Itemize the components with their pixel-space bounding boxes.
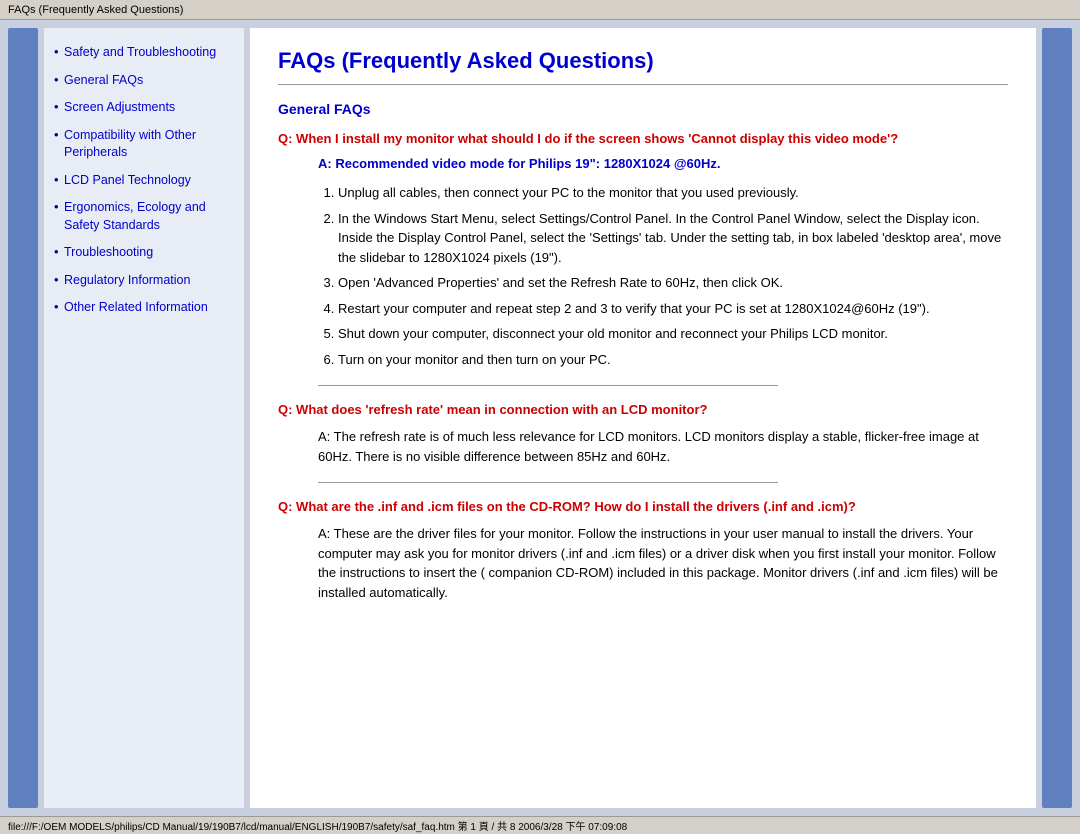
question-2: Q: What does 'refresh rate' mean in conn…: [278, 402, 1008, 417]
sidebar-item: Compatibility with Other Peripherals: [54, 127, 234, 162]
answer-1-steps: Unplug all cables, then connect your PC …: [338, 183, 1008, 369]
left-decorative-strip: [8, 28, 38, 808]
divider-2: [318, 482, 778, 483]
sidebar-item: Safety and Troubleshooting: [54, 44, 234, 62]
answer-step: Turn on your monitor and then turn on yo…: [338, 350, 1008, 370]
sidebar-link[interactable]: Screen Adjustments: [64, 100, 175, 114]
sidebar-item: Screen Adjustments: [54, 99, 234, 117]
right-decorative-strip: [1042, 28, 1072, 808]
sidebar: Safety and Troubleshooting General FAQs Sc…: [44, 28, 244, 808]
answer-step: Restart your computer and repeat step 2 …: [338, 299, 1008, 319]
title-bar-text: FAQs (Frequently Asked Questions): [8, 4, 183, 16]
sidebar-link[interactable]: Compatibility with Other Peripherals: [64, 128, 196, 160]
sidebar-item: Regulatory Information: [54, 272, 234, 290]
sidebar-link[interactable]: Other Related Information: [64, 300, 208, 314]
sidebar-item: LCD Panel Technology: [54, 172, 234, 190]
sidebar-link[interactable]: Safety and Troubleshooting: [64, 45, 216, 59]
main-layout: Safety and Troubleshooting General FAQs Sc…: [0, 20, 1080, 816]
answer-1-highlight: A: Recommended video mode for Philips 19…: [318, 156, 1008, 171]
section-title: General FAQs: [278, 101, 1008, 117]
sidebar-link[interactable]: Regulatory Information: [64, 273, 190, 287]
content-area: FAQs (Frequently Asked Questions) Genera…: [250, 28, 1036, 808]
page-title: FAQs (Frequently Asked Questions): [278, 48, 1008, 74]
answer-2-content: A: The refresh rate is of much less rele…: [318, 429, 979, 464]
sidebar-item: General FAQs: [54, 72, 234, 90]
answer-3-text: A: These are the driver files for your m…: [318, 524, 1008, 602]
sidebar-item: Troubleshooting: [54, 244, 234, 262]
answer-2-text: A: The refresh rate is of much less rele…: [318, 427, 1008, 466]
question-1: Q: When I install my monitor what should…: [278, 131, 1008, 146]
answer-3-content: A: These are the driver files for your m…: [318, 526, 998, 600]
title-divider: [278, 84, 1008, 85]
sidebar-link[interactable]: General FAQs: [64, 73, 143, 87]
sidebar-item: Other Related Information: [54, 299, 234, 317]
sidebar-nav-list: Safety and Troubleshooting General FAQs Sc…: [54, 44, 234, 317]
divider-1: [318, 385, 778, 386]
sidebar-link[interactable]: Ergonomics, Ecology and Safety Standards: [64, 200, 206, 232]
sidebar-link[interactable]: LCD Panel Technology: [64, 173, 191, 187]
question-3: Q: What are the .inf and .icm files on t…: [278, 499, 1008, 514]
answer-step: Unplug all cables, then connect your PC …: [338, 183, 1008, 203]
sidebar-link[interactable]: Troubleshooting: [64, 245, 153, 259]
status-bar: file:///F:/OEM MODELS/philips/CD Manual/…: [0, 816, 1080, 834]
title-bar: FAQs (Frequently Asked Questions): [0, 0, 1080, 20]
status-bar-text: file:///F:/OEM MODELS/philips/CD Manual/…: [8, 818, 627, 833]
answer-step: Open 'Advanced Properties' and set the R…: [338, 273, 1008, 293]
answer-step: Shut down your computer, disconnect your…: [338, 324, 1008, 344]
sidebar-item: Ergonomics, Ecology and Safety Standards: [54, 199, 234, 234]
answer-step: In the Windows Start Menu, select Settin…: [338, 209, 1008, 268]
